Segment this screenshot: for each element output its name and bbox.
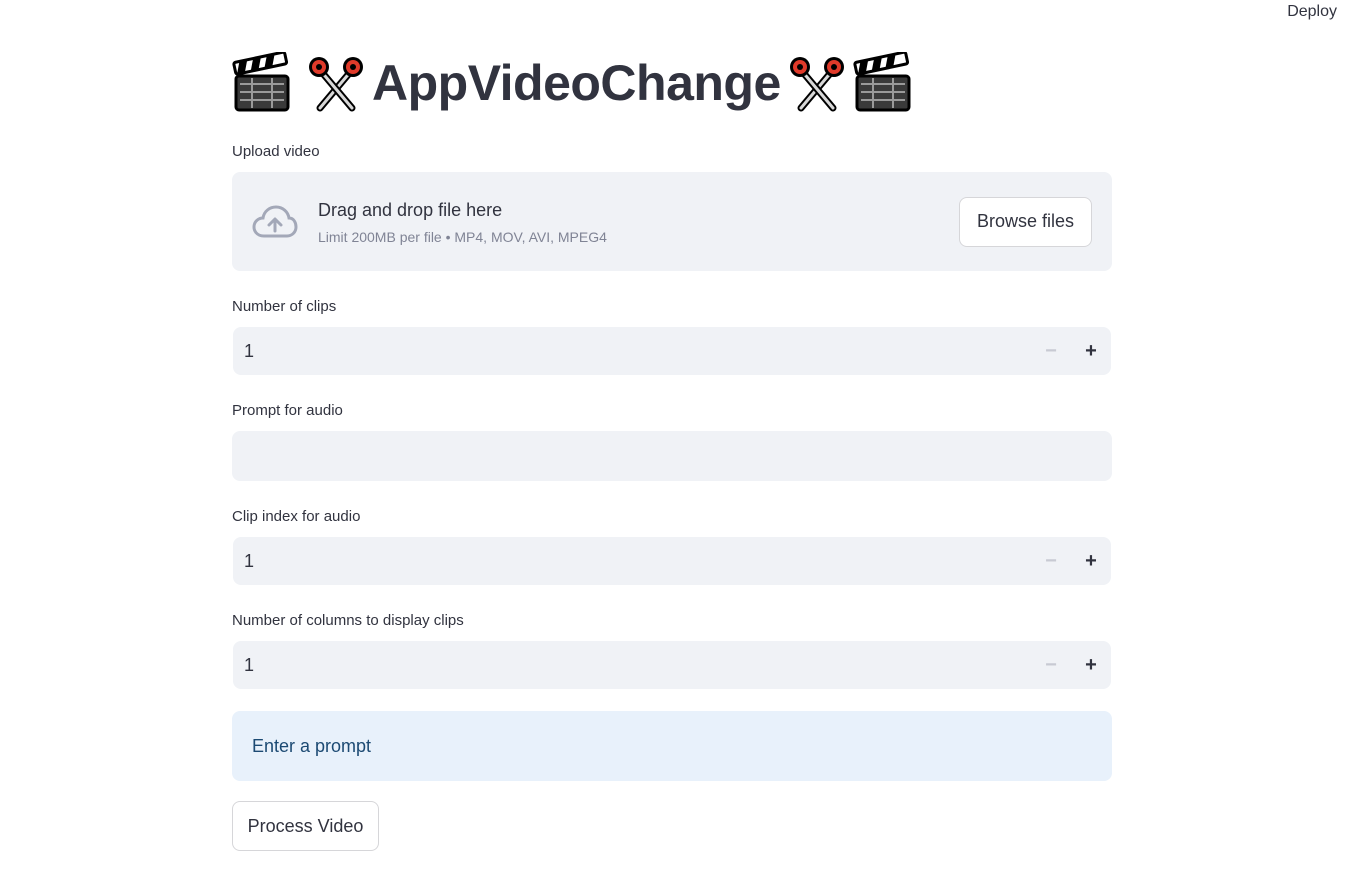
num-clips-section: Number of clips 1 − + <box>232 297 1112 375</box>
num-clips-label: Number of clips <box>232 298 337 315</box>
num-clips-input[interactable]: 1 − + <box>233 327 1111 375</box>
dropzone-text: Drag and drop file here Limit 200MB per … <box>318 198 959 246</box>
prompt-audio-section: Prompt for audio <box>232 401 1112 481</box>
decrement-button[interactable]: − <box>1031 641 1071 689</box>
deploy-button[interactable]: Deploy <box>1287 2 1337 22</box>
decrement-button[interactable]: − <box>1031 327 1071 375</box>
clip-index-label: Clip index for audio <box>232 508 361 525</box>
page-title: AppVideoChange <box>232 48 1112 118</box>
num-columns-input[interactable]: 1 − + <box>233 641 1111 689</box>
upload-section: Upload video Drag and drop file here Lim… <box>232 142 1112 271</box>
clip-index-input[interactable]: 1 − + <box>233 537 1111 585</box>
increment-button[interactable]: + <box>1071 641 1111 689</box>
num-clips-value[interactable]: 1 <box>244 341 1031 362</box>
clip-index-value[interactable]: 1 <box>244 551 1031 572</box>
increment-button[interactable]: + <box>1071 327 1111 375</box>
num-columns-section: Number of columns to display clips 1 − + <box>232 611 1112 689</box>
browse-files-button[interactable]: Browse files <box>959 196 1092 247</box>
drag-drop-text: Drag and drop file here <box>318 199 503 220</box>
clapper-board-icon <box>853 52 911 112</box>
main-content: AppVideoChange Upload video Drag and dro… <box>232 48 1112 851</box>
num-columns-label: Number of columns to display clips <box>232 612 464 629</box>
info-alert: Enter a prompt <box>232 711 1112 781</box>
title-text: AppVideoChange <box>372 55 781 111</box>
scissors-icon <box>309 57 363 112</box>
clip-index-section: Clip index for audio 1 − + <box>232 507 1112 585</box>
file-limit-text: Limit 200MB per file • MP4, MOV, AVI, MP… <box>318 228 607 245</box>
decrement-button[interactable]: − <box>1031 537 1071 585</box>
cloud-upload-icon <box>252 204 298 237</box>
prompt-audio-label: Prompt for audio <box>232 402 343 419</box>
prompt-audio-input[interactable] <box>232 431 1112 481</box>
file-dropzone[interactable]: Drag and drop file here Limit 200MB per … <box>232 172 1112 271</box>
scissors-icon <box>789 57 844 112</box>
clapper-board-icon <box>232 52 290 112</box>
num-columns-value[interactable]: 1 <box>244 655 1031 676</box>
process-video-button[interactable]: Process Video <box>232 801 379 851</box>
upload-label: Upload video <box>232 143 320 160</box>
increment-button[interactable]: + <box>1071 537 1111 585</box>
